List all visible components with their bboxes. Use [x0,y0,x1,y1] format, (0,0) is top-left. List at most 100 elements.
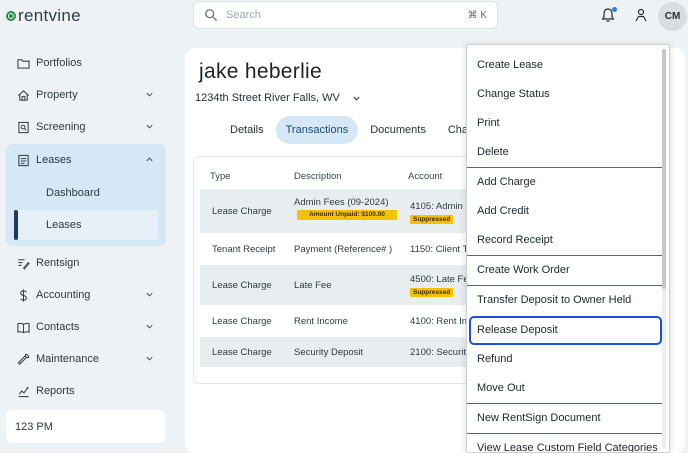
chart-icon [18,386,29,397]
row-description: Admin Fees (09-2024) [294,197,389,208]
menu-item-change-status[interactable]: Change Status [477,88,550,100]
menu-item-delete[interactable]: Delete [477,146,509,158]
amount-unpaid-badge: Amount Unpaid: $100.00 [297,210,397,220]
chevron-down-icon [353,96,360,101]
row-account: 4105: Admin F [410,201,472,212]
sidebar: Portfolios Property Screening Leases Das… [6,47,166,407]
chevron-down-icon [146,324,153,329]
sidebar-item-reports[interactable]: Reports [6,375,166,407]
screening-icon [18,121,29,133]
clock-widget: 123 PM [6,410,165,443]
row-account: 2100: Security [410,347,471,358]
chevron-down-icon [146,124,153,129]
table-row[interactable]: Lease Charge Security Deposit 2100: Secu… [200,337,492,367]
search-icon [205,9,217,21]
tab-transactions[interactable]: Transactions [275,116,359,144]
sidebar-item-contacts[interactable]: Contacts [6,311,166,343]
chevron-down-icon [146,356,153,361]
notification-dot [612,7,617,12]
search-bar[interactable]: ⌘ K [193,1,498,29]
column-header-account: Account [408,171,443,182]
row-type: Lease Charge [212,316,272,327]
row-type: Tenant Receipt [212,244,276,255]
menu-scrollbar[interactable] [662,49,666,449]
sidebar-item-maintenance[interactable]: Maintenance [6,343,166,375]
sidebar-item-screening[interactable]: Screening [6,111,166,143]
table-row[interactable]: Lease Charge Late Fee 4500: Late Fee Sup… [200,265,492,305]
row-type: Lease Charge [212,280,272,291]
tab-label: Transactions [285,124,349,136]
tenant-name: jake heberlie [199,60,322,83]
tab-details[interactable]: Details [220,116,274,144]
sidebar-subitem-label: Leases [46,219,82,231]
table-row[interactable]: Lease Charge Rent Income 4100: Rent Inc [200,305,492,337]
sidebar-item-label: Rentsign [36,257,80,269]
sidebar-item-portfolios[interactable]: Portfolios [6,47,166,79]
row-type: Lease Charge [212,347,272,358]
menu-item-transfer-deposit[interactable]: Transfer Deposit to Owner Held [477,294,631,306]
menu-item-print[interactable]: Print [477,117,500,129]
menu-item-release-deposit[interactable]: Release Deposit [477,324,558,336]
search-input[interactable] [226,9,468,21]
row-description: Rent Income [294,316,348,327]
suppressed-badge: Suppressed [410,215,454,224]
chevron-down-icon [146,92,153,97]
tab-label: Details [230,124,264,136]
menu-item-create-lease[interactable]: Create Lease [477,59,543,71]
sidebar-item-rentsign[interactable]: Rentsign [6,247,166,279]
person-icon[interactable] [633,7,649,23]
menu-divider [467,403,663,404]
column-header-type: Type [210,171,231,182]
row-description: Late Fee [294,280,332,291]
property-address-selector[interactable]: 1234th Street River Falls, WV [195,92,361,104]
sidebar-item-label: Reports [36,385,75,397]
menu-item-view-custom-fields[interactable]: View Lease Custom Field Categories [477,442,658,452]
sidebar-item-label: Leases [36,154,72,166]
lease-icon [18,154,29,166]
sidebar-item-property[interactable]: Property [6,79,166,111]
search-shortcut: ⌘ K [467,9,487,21]
sidebar-item-accounting[interactable]: Accounting [6,279,166,311]
row-description: Security Deposit [294,347,364,358]
sidebar-item-label: Portfolios [36,57,82,69]
property-address: 1234th Street River Falls, WV [195,92,340,104]
menu-item-refund[interactable]: Refund [477,353,512,365]
menu-item-add-charge[interactable]: Add Charge [477,176,536,188]
menu-divider [467,167,663,168]
row-account: 4500: Late Fee [410,274,474,285]
menu-scrollbar-thumb[interactable] [662,49,666,289]
menu-item-add-credit[interactable]: Add Credit [477,205,529,217]
leases-nav-group: Leases Dashboard Leases [6,144,166,246]
sidebar-item-label: Contacts [36,321,80,333]
column-header-description: Description [294,171,342,182]
suppressed-badge: Suppressed [410,288,454,297]
logo-text: rentvine [18,6,81,25]
top-bar: rentvine ⌘ K CM [0,0,688,34]
avatar-initials: CM [664,11,681,22]
dollar-icon [20,288,27,302]
user-avatar[interactable]: CM [658,2,687,31]
menu-divider [467,433,663,434]
clock-text: 123 PM [15,420,53,433]
chevron-up-icon [146,157,153,162]
menu-item-record-receipt[interactable]: Record Receipt [477,234,553,246]
transactions-table: Type Description Account Lease Charge Ad… [193,156,493,384]
rentvine-logo[interactable]: rentvine [6,6,81,26]
sidebar-item-label: Maintenance [36,353,99,365]
sidebar-item-label: Accounting [36,289,91,301]
row-description: Payment (Reference# ) [294,244,393,255]
menu-divider [467,255,663,256]
book-icon [17,322,30,333]
sidebar-subitem-dashboard[interactable]: Dashboard [6,178,166,208]
sidebar-subitem-leases[interactable]: Leases [14,210,158,240]
menu-item-move-out[interactable]: Move Out [477,382,525,394]
menu-item-create-work-order[interactable]: Create Work Order [477,264,570,276]
menu-item-new-rentsign-document[interactable]: New RentSign Document [477,412,601,424]
sidebar-subitem-label: Dashboard [46,187,100,199]
lease-actions-menu: Create Lease Change Status Print Delete … [466,44,670,453]
sidebar-item-leases[interactable]: Leases [6,144,166,176]
table-row[interactable]: Lease Charge Admin Fees (09-2024) Amount… [200,189,492,233]
sign-icon [18,258,30,270]
table-row[interactable]: Tenant Receipt Payment (Reference# ) 115… [200,233,492,265]
tab-documents[interactable]: Documents [360,116,436,144]
